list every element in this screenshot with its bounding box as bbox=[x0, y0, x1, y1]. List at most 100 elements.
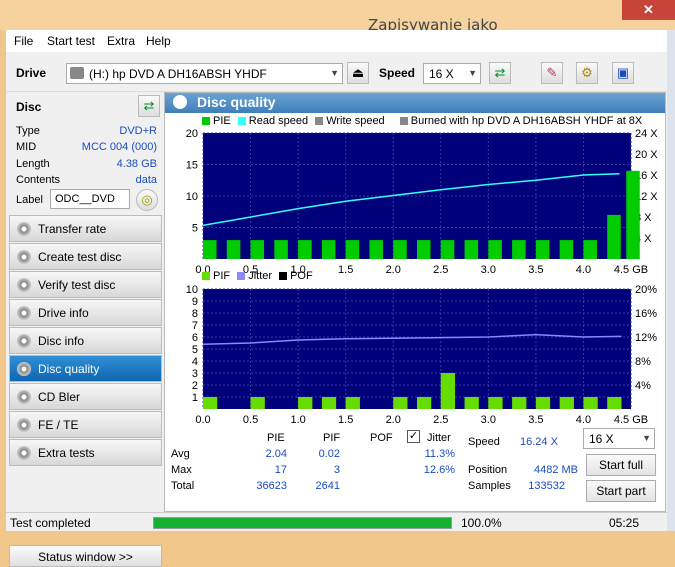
drive-select-value: (H:) hp DVD A DH16ABSH YHDF bbox=[89, 67, 267, 81]
disc-label-field[interactable]: ODC__DVD bbox=[50, 189, 130, 209]
disc-icon bbox=[17, 362, 31, 376]
data-bar bbox=[464, 397, 479, 409]
total-label: Total bbox=[171, 480, 195, 492]
disc-header: Disc ⇄ bbox=[10, 94, 162, 120]
test-speed-select[interactable]: 16 X ▼ bbox=[583, 428, 655, 449]
speed-label: Speed bbox=[379, 66, 416, 80]
nav-disc-quality[interactable]: Disc quality bbox=[9, 355, 162, 382]
max-pie: 17 bbox=[274, 464, 287, 476]
disc-icon[interactable]: ◎ bbox=[136, 189, 158, 211]
x-tick-label: 2.0 bbox=[386, 414, 401, 423]
disc-title: Disc bbox=[16, 100, 42, 114]
chevron-down-icon: ▼ bbox=[468, 68, 477, 78]
data-bar bbox=[369, 240, 383, 259]
nav-label: CD Bler bbox=[38, 390, 81, 404]
y2-tick-label: 12% bbox=[635, 332, 657, 344]
eject-button[interactable]: ⏏ bbox=[347, 62, 369, 84]
progress-fill bbox=[154, 518, 451, 528]
menu-file[interactable]: File bbox=[14, 34, 33, 48]
pof-swatch bbox=[279, 272, 288, 280]
start-part-button[interactable]: Start part bbox=[586, 480, 656, 502]
settings-button[interactable]: ⚙ bbox=[576, 62, 598, 84]
close-button[interactable]: ✕ bbox=[622, 0, 675, 20]
disc-quality-icon bbox=[173, 95, 187, 109]
panel-title: Disc quality bbox=[197, 94, 276, 110]
save-button[interactable]: ▣ bbox=[612, 62, 634, 84]
legend-pie: PIE bbox=[213, 115, 231, 127]
nav-create-test-disc[interactable]: Create test disc bbox=[9, 243, 162, 270]
y-tick-label: 7 bbox=[192, 320, 198, 332]
data-bar bbox=[440, 240, 455, 259]
nav-fe-te[interactable]: FE / TE bbox=[9, 411, 162, 438]
jitter-checkbox[interactable]: ✓ bbox=[407, 430, 420, 443]
y-tick-label: 5 bbox=[192, 223, 198, 235]
data-bar bbox=[298, 397, 313, 409]
refresh-speed-button[interactable]: ⇄ bbox=[489, 62, 511, 84]
data-bar bbox=[535, 397, 551, 409]
avg-label: Avg bbox=[171, 448, 190, 460]
drive-select[interactable]: (H:) hp DVD A DH16ABSH YHDF ▼ bbox=[66, 63, 343, 84]
x-tick-label: 1.5 bbox=[338, 414, 353, 423]
nav-cd-bler[interactable]: CD Bler bbox=[9, 383, 162, 410]
nav-verify-test-disc[interactable]: Verify test disc bbox=[9, 271, 162, 298]
pie-swatch bbox=[202, 117, 210, 125]
menu-help[interactable]: Help bbox=[146, 34, 171, 48]
data-bar bbox=[274, 240, 288, 259]
nav-extra-tests[interactable]: Extra tests bbox=[9, 439, 162, 466]
x-tick-label: 3.5 bbox=[528, 264, 543, 276]
x-tick-label: 2.5 bbox=[433, 414, 448, 423]
elapsed-time: 05:25 bbox=[609, 516, 640, 530]
contents-label: Contents bbox=[16, 174, 61, 186]
y-tick-label: 3 bbox=[192, 368, 198, 380]
data-bar bbox=[512, 397, 527, 409]
nav-label: Drive info bbox=[38, 306, 89, 320]
speed-select[interactable]: 16 X ▼ bbox=[423, 63, 481, 84]
speed-select-value: 16 X bbox=[429, 67, 454, 81]
samples-label: Samples bbox=[468, 480, 511, 492]
jitter-swatch bbox=[237, 272, 246, 280]
status-window-button[interactable]: Status window >> bbox=[9, 545, 162, 567]
test-speed-value: 16 X bbox=[589, 432, 614, 446]
erase-button[interactable]: ✎ bbox=[541, 62, 563, 84]
legend-pof: POF bbox=[290, 270, 313, 282]
y-tick-label: 20 bbox=[186, 128, 198, 140]
y-tick-label: 2 bbox=[192, 380, 198, 392]
data-bar bbox=[417, 397, 432, 409]
data-bar bbox=[488, 240, 502, 259]
data-bar bbox=[440, 373, 456, 409]
data-bar bbox=[607, 214, 621, 259]
nav-label: Transfer rate bbox=[38, 222, 107, 236]
nav-drive-info[interactable]: Drive info bbox=[9, 299, 162, 326]
legend-jitter: Jitter bbox=[248, 270, 273, 282]
y-tick-label: 10 bbox=[186, 191, 198, 203]
progress-bar bbox=[153, 517, 452, 529]
menubar: File Start test Extra Help bbox=[6, 30, 667, 52]
y-tick-label: 5 bbox=[192, 344, 198, 356]
statusbar: Test completed 100.0% 05:25 bbox=[6, 512, 667, 531]
legend-write-speed: Write speed bbox=[326, 115, 385, 127]
nav-label: Verify test disc bbox=[38, 278, 116, 292]
max-label: Max bbox=[171, 464, 192, 476]
chevron-down-icon: ▼ bbox=[330, 68, 339, 78]
avg-pif: 0.02 bbox=[318, 448, 340, 460]
y2-tick-label: 8% bbox=[635, 356, 651, 368]
data-bar bbox=[488, 397, 503, 409]
toolbar: Drive (H:) hp DVD A DH16ABSH YHDF ▼ ⏏ Sp… bbox=[6, 52, 667, 92]
refresh-disc-button[interactable]: ⇄ bbox=[138, 95, 160, 117]
start-full-button[interactable]: Start full bbox=[586, 454, 656, 476]
drive-icon bbox=[70, 67, 84, 79]
data-bar bbox=[535, 240, 550, 259]
x-tick-label: 4.5 GB bbox=[614, 414, 648, 423]
y2-tick-label: 24 X bbox=[635, 128, 658, 140]
pif-swatch bbox=[202, 272, 210, 280]
menu-extra[interactable]: Extra bbox=[107, 34, 135, 48]
menu-start-test[interactable]: Start test bbox=[47, 34, 95, 48]
app-window: File Start test Extra Help Drive (H:) hp… bbox=[6, 30, 667, 567]
data-bar bbox=[321, 397, 337, 409]
x-tick-label: 2.5 bbox=[433, 264, 448, 276]
nav-transfer-rate[interactable]: Transfer rate bbox=[9, 215, 162, 242]
speed-stat-value: 16.24 X bbox=[520, 436, 558, 448]
x-tick-label: 3.0 bbox=[481, 264, 496, 276]
nav-disc-info[interactable]: Disc info bbox=[9, 327, 162, 354]
x-tick-label: 3.5 bbox=[528, 414, 543, 423]
